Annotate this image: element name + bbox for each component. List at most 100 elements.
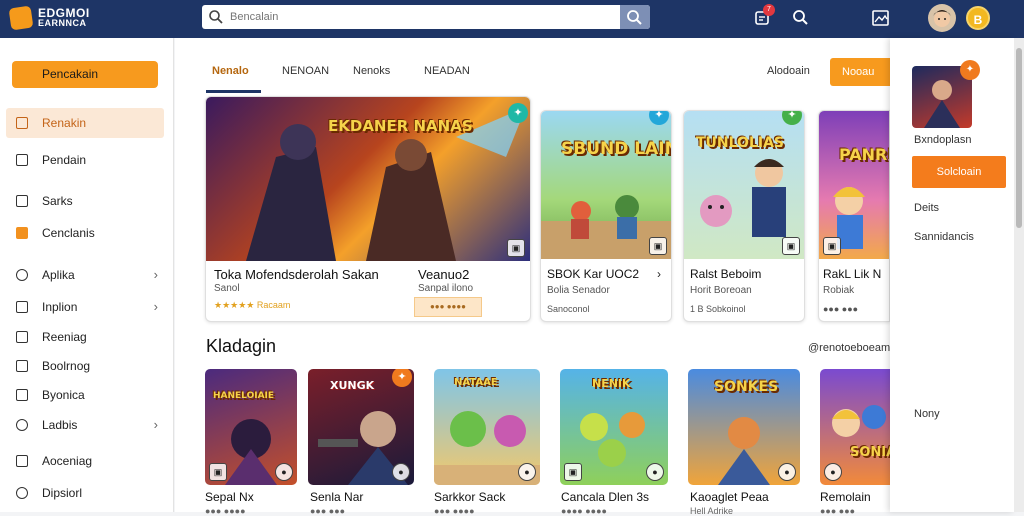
header-button[interactable]: Nooau [830, 58, 890, 86]
sidebar-item-cenclanis[interactable]: Cenclanis [0, 218, 174, 248]
user-avatar[interactable] [928, 4, 956, 32]
sidebar: Pencakain Renakin Pendain Sarks Cenclani… [0, 38, 174, 512]
header-link[interactable]: Alodoain [767, 65, 810, 77]
tile-name: Senla Nar [310, 490, 364, 504]
featured-meta: 1 B Sobkoinol [690, 304, 746, 314]
sidebar-item-label: Pendain [42, 153, 87, 167]
download-icon [16, 301, 28, 313]
sidebar-item-boolrnog[interactable]: Boolrnog [0, 351, 174, 381]
sidebar-item-reeniag[interactable]: Reeniag [0, 322, 174, 352]
tile-info-icon: ● [824, 463, 842, 481]
tile-sub: ●●● ●●●● [434, 506, 475, 516]
game-tile[interactable]: HANELOIAIE ▣ ● [205, 369, 297, 485]
featured-card[interactable]: TUNLOLIAS ✦ ▣ Ralst Beboim Horit Boreoan… [683, 110, 805, 322]
featured-cover-title: PANRIA [839, 145, 889, 164]
game-tile[interactable]: XUNGK ✦ ● [308, 369, 414, 485]
logo-text-line2: EARNNCA [38, 18, 87, 28]
right-panel-item-1[interactable]: Deits [914, 202, 939, 214]
tile-sub: ●●● ●●●● [205, 506, 246, 516]
featured-card[interactable]: EKDANER NANAS ✦ ▣ Toka Mofendsderolah Sa… [205, 96, 531, 322]
tile-sub: Hell Adrike [690, 506, 734, 516]
featured-title-secondary: Veanuo2 [418, 267, 470, 282]
sidebar-item-aplika[interactable]: Aplika › [0, 260, 174, 290]
sidebar-item-sarks[interactable]: Sarks [0, 186, 174, 216]
game-tile[interactable]: SONKES ● [688, 369, 800, 485]
tab-nenoks[interactable]: Nenoks [353, 65, 390, 77]
featured-subtitle-secondary: Sanpal ilono [418, 283, 474, 294]
sidebar-item-label: Dipsiorl [42, 486, 83, 500]
tile-info-icon: ● [518, 463, 536, 481]
featured-platform-icon: ▣ [649, 237, 667, 255]
top-bar: EDGMOI EARNNCA 7 B [0, 0, 1024, 38]
section-title: Kladagin [206, 336, 277, 356]
section-see-all-link[interactable]: @renotoeboeam [808, 342, 890, 354]
tile-name: Sepal Nx [205, 490, 254, 504]
sidebar-item-renakin[interactable]: Renakin [6, 108, 164, 138]
sidebar-item-label: Ladbis [42, 418, 78, 432]
search-input[interactable] [230, 7, 610, 27]
sidebar-item-dipsiorl[interactable]: Dipsiorl [0, 478, 174, 508]
tile-platform-icon: ▣ [209, 463, 227, 481]
featured-title: Ralst Beboim [690, 267, 762, 281]
avatar-face-icon [933, 10, 951, 27]
right-panel-caption: Bxndoplasn [914, 134, 972, 146]
right-panel: ✦ Bxndoplasn Solcloain Deits Sannidancis… [890, 38, 1014, 512]
sidebar-item-pendain[interactable]: Pendain [0, 145, 174, 175]
coins-button[interactable]: B [966, 6, 990, 30]
featured-title: RakL Lik N [823, 267, 882, 281]
vertical-scrollbar[interactable] [1014, 38, 1024, 512]
top-search-button[interactable] [791, 8, 811, 28]
sidebar-cta-button[interactable]: Pencakain [12, 61, 158, 88]
bookmark-icon [16, 360, 28, 372]
sidebar-item-label: Boolrnog [42, 359, 91, 373]
tab-nenoan[interactable]: NENOAN [282, 65, 329, 77]
image-icon [872, 10, 889, 26]
grid-icon [16, 195, 28, 207]
sidebar-item-label: Byonica [42, 388, 85, 402]
app-logo[interactable]: EDGMOI EARNNCA [8, 5, 110, 31]
featured-platform-icon: ▣ [823, 237, 841, 255]
magnifier-icon [793, 10, 808, 25]
featured-card[interactable]: SBUND LAINAI ✦ ▣ SBOK Kar UOC2 › Bolia S… [540, 110, 672, 322]
game-tile[interactable]: SONIA ● [820, 369, 890, 485]
featured-cover: TUNLOLIAS ✦ ▣ [684, 111, 804, 259]
document-icon [16, 331, 28, 343]
search-button[interactable] [620, 5, 650, 29]
notifications-button[interactable]: 7 [753, 4, 775, 28]
main-content: Nenalo NENOAN Nenoks NEADAN Alodoain Noo… [175, 38, 890, 516]
featured-title: SBOK Kar UOC2 [547, 267, 640, 281]
tile-name: Remolain [820, 490, 871, 504]
search-box [202, 5, 650, 29]
sidebar-item-label: Sarks [42, 194, 73, 208]
right-panel-item-2[interactable]: Sannidancis [914, 231, 974, 243]
tile-sub: ●●● ●●● [820, 506, 856, 516]
sidebar-item-label: Aoceniag [42, 454, 93, 468]
scrollbar-thumb[interactable] [1016, 48, 1022, 228]
featured-subtitle: Robiak [823, 285, 855, 296]
tab-neadan[interactable]: NEADAN [424, 65, 470, 77]
featured-card[interactable]: PANRIA ▣ RakL Lik N Robiak ●●● ●●● [818, 110, 890, 322]
sidebar-item-aoceniag[interactable]: Aoceniag [0, 446, 174, 476]
featured-subtitle: Horit Boreoan [690, 285, 752, 296]
featured-more-arrow[interactable]: › [657, 267, 661, 281]
list-icon [16, 154, 28, 166]
tab-nenalo[interactable]: Nenalo [212, 65, 249, 77]
featured-price-pill[interactable]: ●●● ●●●● [414, 297, 482, 317]
sidebar-item-ladbis[interactable]: Ladbis › [0, 410, 174, 440]
featured-cover: EKDANER NANAS ✦ ▣ [206, 97, 530, 261]
game-tile[interactable]: NENIK ▣ ● [560, 369, 668, 485]
right-panel-item-3[interactable]: Nony [914, 408, 940, 420]
tile-sub: ●●● ●●● [310, 506, 346, 516]
search-button-icon [627, 10, 642, 25]
chevron-right-icon: › [153, 299, 158, 314]
chevron-right-icon: › [153, 417, 158, 432]
sidebar-item-byonica[interactable]: Byonica [0, 380, 174, 410]
home-icon [16, 117, 28, 129]
gallery-button[interactable] [871, 8, 891, 28]
sidebar-item-label: Renakin [42, 116, 87, 130]
tile-name: Kaoaglet Peaa [690, 490, 769, 504]
right-panel-action-button[interactable]: Solcloain [912, 156, 1006, 188]
sidebar-item-inplion[interactable]: Inplion › [0, 292, 174, 322]
game-tile[interactable]: NATAAE ● [434, 369, 540, 485]
featured-subtitle: Bolia Senador [547, 285, 610, 296]
